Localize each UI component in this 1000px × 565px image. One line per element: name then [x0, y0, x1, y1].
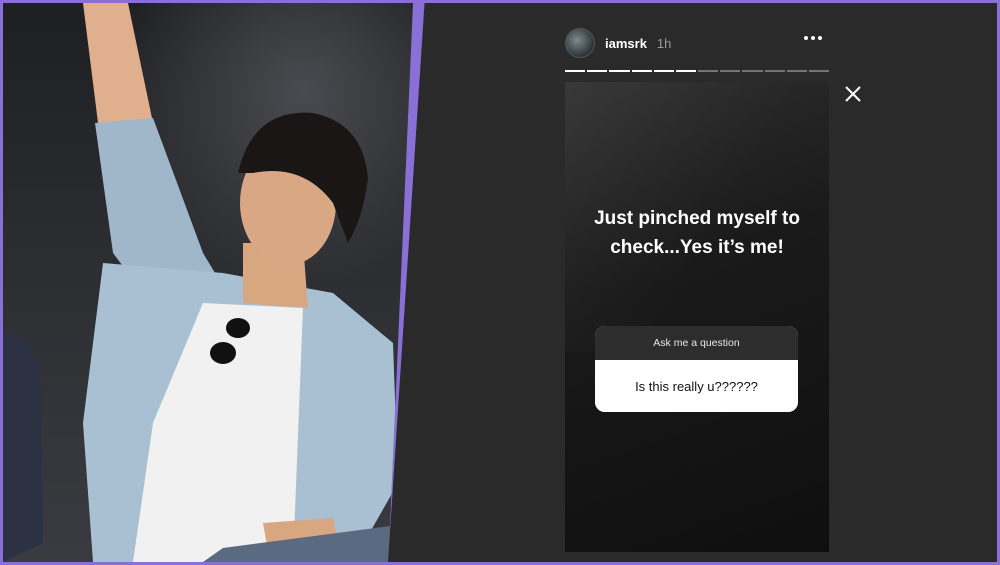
caption-line-2: check...Yes it’s me!	[610, 237, 784, 258]
progress-segment	[587, 70, 608, 72]
progress-segment	[631, 70, 652, 72]
story-caption: Just pinched myself to check...Yes it’s …	[565, 204, 829, 262]
question-answer: Is this really u??????	[595, 360, 798, 412]
progress-segment	[675, 70, 697, 72]
progress-segment	[565, 70, 586, 72]
progress-segment	[808, 70, 830, 72]
progress-segment	[786, 70, 807, 72]
caption-line-1: Just pinched myself to	[594, 208, 800, 229]
progress-segment	[653, 70, 674, 72]
story-card[interactable]: Just pinched myself to check...Yes it’s …	[565, 82, 829, 552]
progress-segment	[698, 70, 719, 72]
progress-segment	[609, 70, 630, 72]
time-ago: 1h	[656, 35, 672, 51]
close-icon[interactable]	[843, 84, 863, 104]
celebrity-photo	[3, 3, 413, 562]
username[interactable]: iamsrk	[605, 36, 647, 51]
more-horizontal-icon[interactable]	[804, 36, 822, 40]
progress-segment	[764, 70, 785, 72]
progress-segment	[720, 70, 741, 72]
story-header: iamsrk 1h	[565, 28, 830, 58]
person-illustration	[3, 3, 413, 562]
progress-segment	[742, 70, 763, 72]
question-sticker[interactable]: Ask me a question Is this really u??????	[595, 326, 798, 412]
story-progress-bar	[565, 70, 830, 72]
question-prompt: Ask me a question	[595, 326, 798, 360]
avatar[interactable]	[565, 28, 595, 58]
